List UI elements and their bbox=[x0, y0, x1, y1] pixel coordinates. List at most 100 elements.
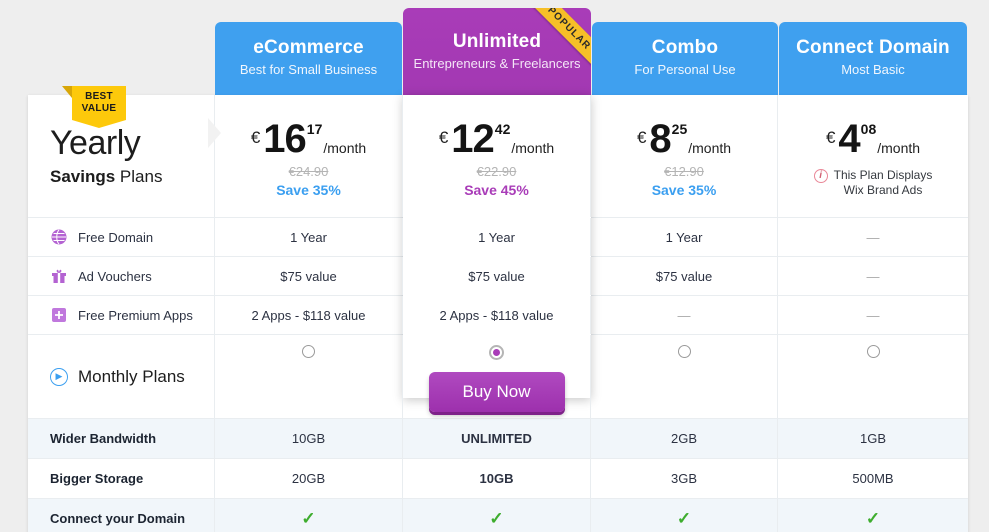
plan-header-connect-domain[interactable]: Connect Domain Most Basic bbox=[779, 22, 967, 100]
perk-value: 1 Year bbox=[591, 218, 778, 256]
best-value-badge: BEST VALUE bbox=[62, 86, 126, 128]
perk-value: — bbox=[866, 229, 880, 245]
price-period: /month bbox=[688, 139, 732, 156]
price-amount: 12 bbox=[451, 116, 494, 161]
page-subtitle: Savings Plans bbox=[50, 165, 214, 189]
feature-value: 10GB bbox=[215, 419, 403, 458]
perk-value: $75 value bbox=[591, 257, 778, 295]
currency-symbol: € bbox=[636, 127, 647, 147]
perk-label: Free Domain bbox=[78, 229, 154, 245]
note-line1: This Plan Displays bbox=[833, 167, 933, 182]
select-cell-unlimited: Buy Now bbox=[403, 335, 591, 418]
perk-label: Ad Vouchers bbox=[78, 268, 152, 284]
pricing-page: eCommerce Best for Small Business Unlimi… bbox=[0, 0, 989, 532]
feature-check-icon: ✓ bbox=[403, 499, 591, 532]
perk-value: $75 value bbox=[215, 257, 403, 295]
plan-name: eCommerce bbox=[253, 37, 364, 58]
badge-line2: VALUE bbox=[81, 103, 117, 114]
feature-value: 500MB bbox=[852, 471, 894, 486]
price-cell-unlimited: € 12 42 /month €22.90 Save 45% bbox=[403, 95, 591, 217]
badge-line1: BEST bbox=[85, 91, 113, 102]
gift-icon bbox=[50, 268, 67, 285]
plan-headers: eCommerce Best for Small Business Unlimi… bbox=[0, 0, 989, 105]
plan-radio-combo[interactable] bbox=[677, 345, 691, 358]
perk-row-ad-vouchers: Ad Vouchers $75 value $75 value $75 valu… bbox=[28, 257, 968, 296]
plan-radio-ecommerce[interactable] bbox=[302, 345, 315, 358]
brand-ads-note: i This Plan Displays Wix Brand Ads bbox=[813, 167, 933, 198]
price-cents: 17 bbox=[306, 120, 323, 137]
price-cents: 25 bbox=[671, 120, 688, 137]
price-cents: 42 bbox=[494, 120, 511, 137]
select-cell-ecommerce bbox=[215, 335, 403, 418]
badge-fold bbox=[62, 86, 72, 98]
perk-label-cell: Ad Vouchers bbox=[28, 257, 215, 295]
perk-value: — bbox=[866, 307, 880, 323]
price-cell-connect-domain: € 4 08 /month i This Plan Displays Wix B… bbox=[778, 95, 968, 217]
pricing-table: Yearly Savings Plans € 16 17 /month €24.… bbox=[28, 95, 968, 532]
table-row: Connect your Domain ✓ ✓ ✓ ✓ bbox=[28, 499, 968, 532]
plan-header-unlimited[interactable]: Unlimited Entrepreneurs & Freelancers PO… bbox=[403, 8, 591, 100]
plan-tagline: Best for Small Business bbox=[239, 62, 378, 77]
feature-check-icon: ✓ bbox=[865, 508, 881, 528]
price-period: /month bbox=[511, 139, 555, 156]
old-price: €22.90 bbox=[476, 163, 517, 179]
page-title: Yearly bbox=[50, 124, 141, 162]
price-cents: 08 bbox=[860, 120, 877, 137]
perk-value: $75 value bbox=[403, 257, 591, 295]
price-line: € 12 42 /month bbox=[439, 119, 554, 159]
feature-value: 1GB bbox=[859, 431, 886, 446]
save-label: Save 35% bbox=[651, 181, 717, 198]
old-price: €12.90 bbox=[664, 163, 704, 179]
save-label: Save 35% bbox=[276, 181, 341, 198]
plan-radio-connect-domain[interactable] bbox=[866, 345, 880, 358]
feature-value: 3GB bbox=[591, 459, 778, 498]
price-line: € 16 17 /month bbox=[251, 119, 366, 159]
perk-row-free-premium-apps: Free Premium Apps 2 Apps - $118 value 2 … bbox=[28, 296, 968, 335]
play-circle-icon: ▶ bbox=[50, 367, 68, 386]
buy-now-button[interactable]: Buy Now bbox=[428, 372, 565, 412]
feature-label: Bigger Storage bbox=[28, 459, 215, 498]
perk-row-free-domain: Free Domain 1 Year 1 Year 1 Year — bbox=[28, 218, 968, 257]
price-line: € 4 08 /month bbox=[826, 119, 920, 159]
feature-label: Wider Bandwidth bbox=[28, 419, 215, 458]
perk-value: 1 Year bbox=[215, 218, 403, 256]
plan-tagline: Most Basic bbox=[841, 62, 905, 77]
perk-value: 2 Apps - $118 value bbox=[215, 296, 403, 334]
subtitle-rest: Plans bbox=[115, 167, 163, 186]
plan-header-ecommerce[interactable]: eCommerce Best for Small Business bbox=[215, 22, 402, 100]
plus-square-icon bbox=[50, 307, 67, 324]
price-cell-combo: € 8 25 /month €12.90 Save 35% bbox=[591, 95, 778, 217]
save-label: Save 45% bbox=[464, 181, 529, 198]
note-line2: Wix Brand Ads bbox=[843, 182, 923, 197]
feature-check-icon: ✓ bbox=[215, 499, 403, 532]
price-period: /month bbox=[877, 139, 921, 156]
select-cell-connect-domain bbox=[778, 335, 968, 418]
price-line: € 8 25 /month bbox=[637, 119, 731, 159]
price-amount: 4 bbox=[838, 116, 860, 161]
plan-radio-unlimited[interactable] bbox=[489, 345, 504, 360]
price-cell-ecommerce: € 16 17 /month €24.90 Save 35% bbox=[215, 95, 403, 217]
subtitle-bold: Savings bbox=[50, 167, 116, 186]
plan-tagline: Entrepreneurs & Freelancers bbox=[413, 56, 581, 71]
perk-label: Free Premium Apps bbox=[78, 307, 193, 323]
monthly-plans-toggle[interactable]: ▶ Monthly Plans bbox=[28, 335, 215, 418]
table-row: Bigger Storage 20GB 10GB 3GB 500MB bbox=[28, 459, 968, 499]
price-row: Yearly Savings Plans € 16 17 /month €24.… bbox=[28, 95, 968, 218]
price-amount: 8 bbox=[649, 116, 671, 161]
perk-value: 2 Apps - $118 value bbox=[403, 296, 591, 334]
plan-name: Combo bbox=[651, 37, 719, 58]
sidebar-pointer-chevron-icon bbox=[208, 118, 221, 148]
feature-value: 10GB bbox=[403, 459, 591, 498]
monthly-plans-label: Monthly Plans bbox=[78, 366, 185, 386]
feature-value: UNLIMITED bbox=[403, 419, 591, 458]
info-icon: i bbox=[813, 168, 828, 183]
feature-label: Connect your Domain bbox=[28, 499, 215, 532]
plan-header-combo[interactable]: Combo For Personal Use bbox=[592, 22, 778, 100]
perk-value: — bbox=[591, 296, 778, 334]
select-cell-combo bbox=[591, 335, 778, 418]
feature-value: 2GB bbox=[591, 419, 778, 458]
perk-value: 1 Year bbox=[403, 218, 591, 256]
currency-symbol: € bbox=[825, 127, 836, 147]
plan-selection-row: ▶ Monthly Plans Buy Now bbox=[28, 335, 968, 419]
currency-symbol: € bbox=[438, 127, 449, 147]
